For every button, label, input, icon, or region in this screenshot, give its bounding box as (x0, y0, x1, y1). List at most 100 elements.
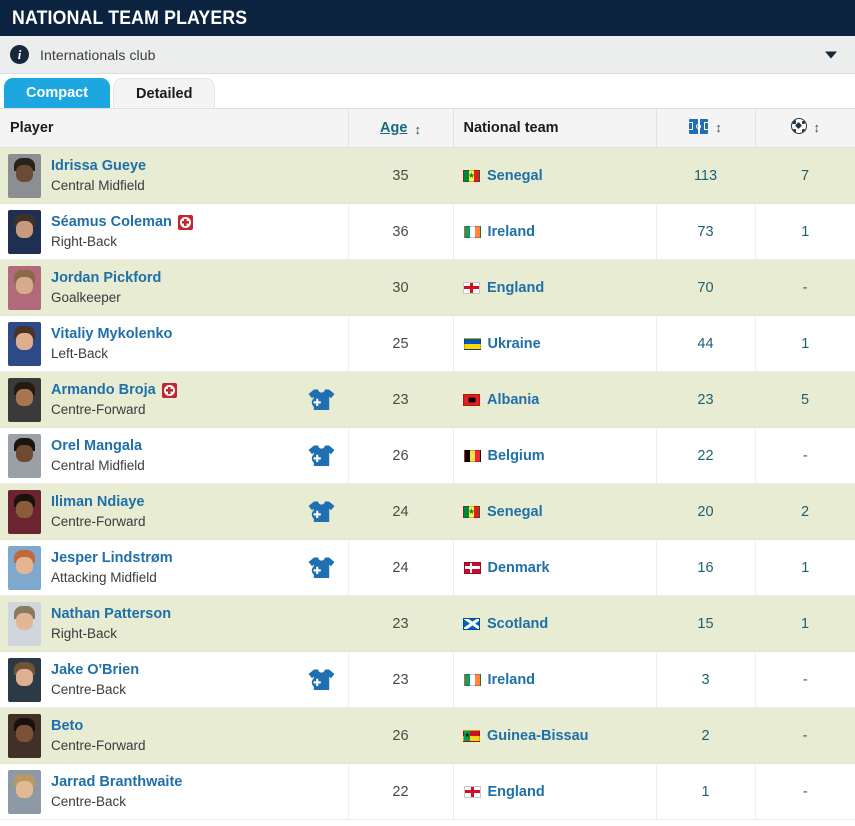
new-signing-shirt-icon[interactable] (308, 501, 335, 523)
view-tabs: Compact Detailed (0, 74, 855, 108)
new-signing-shirt-icon[interactable] (308, 389, 335, 411)
player-position: Centre-Back (51, 793, 127, 809)
national-team-link[interactable]: Denmark (488, 560, 550, 576)
new-signing-shirt-icon[interactable] (308, 669, 335, 691)
cell-goals: 1 (754, 203, 855, 260)
table-row: Séamus Coleman Right-Back 36 Ireland 73 1 (0, 203, 855, 260)
cell-age: 26 (348, 707, 453, 764)
national-team-link[interactable]: Scotland (487, 616, 548, 632)
flag-icon (463, 785, 481, 798)
player-name-link[interactable]: Jordan Pickford (51, 269, 161, 287)
cell-player: Nathan Patterson Right-Back (0, 595, 348, 652)
cell-national-team: Albania (453, 371, 656, 428)
cell-national-team: Scotland (453, 595, 656, 652)
national-team-link[interactable]: Ireland (488, 224, 536, 240)
player-position: Right-Back (51, 625, 118, 641)
avatar (8, 713, 41, 758)
injury-icon[interactable] (161, 382, 177, 398)
national-team-link[interactable]: England (488, 784, 545, 800)
avatar (8, 433, 41, 478)
player-name-link[interactable]: Jesper Lindstrøm (51, 549, 173, 567)
avatar (8, 265, 41, 310)
cell-goals: - (754, 427, 855, 484)
new-signing-shirt-icon[interactable] (308, 445, 335, 467)
national-team-link[interactable]: Albania (487, 392, 539, 408)
tab-compact[interactable]: Compact (4, 78, 111, 108)
player-position: Centre-Forward (51, 513, 146, 529)
player-position: Centre-Forward (51, 737, 146, 753)
cell-age: 25 (347, 315, 453, 372)
chevron-down-icon[interactable] (825, 51, 837, 58)
table-row: Armando Broja Centre-Forward 23 Albania 23 5 (0, 371, 855, 428)
cell-caps: 15 (656, 595, 755, 652)
sort-arrow-icon[interactable]: ↕ (715, 120, 722, 135)
flag-icon (463, 617, 480, 630)
column-header-goals[interactable]: ↕ (754, 108, 855, 148)
cell-age: 23 (348, 371, 453, 428)
cell-age: 35 (348, 147, 453, 204)
flag-icon (463, 729, 480, 742)
cell-national-team: Senegal (453, 483, 656, 540)
injury-icon[interactable] (177, 214, 193, 230)
national-team-link[interactable]: Belgium (488, 448, 545, 464)
sort-arrow-icon[interactable]: ↕ (814, 120, 821, 135)
avatar (8, 321, 41, 366)
cell-player: Séamus Coleman Right-Back (0, 203, 348, 260)
player-name-link[interactable]: Orel Mangala (51, 437, 142, 455)
cell-player: Vitaliy Mykolenko Left-Back (0, 315, 348, 372)
national-team-link[interactable]: Guinea-Bissau (487, 728, 589, 744)
cell-national-team: Belgium (452, 427, 656, 484)
cell-caps: 16 (655, 539, 755, 596)
cell-goals: 1 (754, 539, 855, 596)
cell-goals: 1 (755, 595, 855, 652)
column-header-caps[interactable]: ↕ (655, 108, 755, 148)
player-name-link[interactable]: Armando Broja (51, 381, 156, 399)
national-team-link[interactable]: England (487, 280, 544, 296)
player-position: Attacking Midfield (51, 569, 157, 585)
cell-goals: 7 (755, 147, 855, 204)
flag-icon (463, 393, 480, 406)
info-filter-bar[interactable]: i Internationals club (0, 36, 855, 74)
cell-player: Armando Broja Centre-Forward (0, 371, 348, 428)
table-body: Idrissa GueyeCentral Midfield35Senegal11… (0, 147, 855, 820)
avatar (8, 209, 41, 254)
national-team-link[interactable]: Ukraine (488, 336, 541, 352)
player-name-link[interactable]: Iliman Ndiaye (51, 493, 144, 511)
player-name-link[interactable]: Jake O'Brien (51, 661, 139, 679)
cell-player: Jake O'Brien Centre-Back (0, 651, 348, 708)
new-signing-shirt-icon[interactable] (308, 557, 335, 579)
sort-arrow-icon[interactable]: ↕ (414, 122, 421, 137)
avatar (8, 545, 41, 590)
national-team-link[interactable]: Senegal (487, 168, 543, 184)
player-name-link[interactable]: Nathan Patterson (51, 605, 171, 623)
tab-detailed[interactable]: Detailed (113, 78, 216, 108)
cell-goals: 5 (755, 371, 855, 428)
player-name-link[interactable]: Vitaliy Mykolenko (51, 325, 172, 343)
player-name-link[interactable]: Beto (51, 717, 83, 735)
player-name-link[interactable]: Jarrad Branthwaite (51, 773, 182, 791)
cell-caps: 3 (655, 651, 755, 708)
table-row: Jesper Lindstrøm Attacking Midfield 24 Denm… (0, 539, 855, 596)
cell-caps: 23 (656, 371, 755, 428)
column-header-player-label: Player (10, 120, 54, 136)
flag-icon (463, 561, 481, 574)
cell-player: Beto Centre-Forward (0, 707, 348, 764)
avatar (8, 769, 41, 814)
cell-player: Jordan Pickford Goalkeeper (0, 259, 348, 316)
avatar (8, 489, 41, 534)
cell-caps: 44 (655, 315, 755, 372)
cell-goals: 1 (754, 315, 855, 372)
player-name-link[interactable]: Séamus Coleman (51, 213, 172, 231)
cell-national-team: England (453, 259, 656, 316)
player-name-link[interactable]: Idrissa Gueye (51, 157, 146, 175)
national-team-link[interactable]: Senegal (487, 504, 543, 520)
national-team-link[interactable]: Ireland (488, 672, 536, 688)
column-header-age[interactable]: Age ↕ (347, 108, 453, 148)
cell-goals: 2 (755, 483, 855, 540)
flag-icon (463, 225, 481, 238)
table-row: Jordan Pickford Goalkeeper 30 England 70- (0, 259, 855, 316)
cell-caps: 113 (656, 147, 755, 204)
cell-goals: - (754, 763, 855, 820)
cell-player: Idrissa Gueye Central Midfield (0, 147, 348, 204)
sort-by-age-link[interactable]: Age (380, 120, 407, 136)
